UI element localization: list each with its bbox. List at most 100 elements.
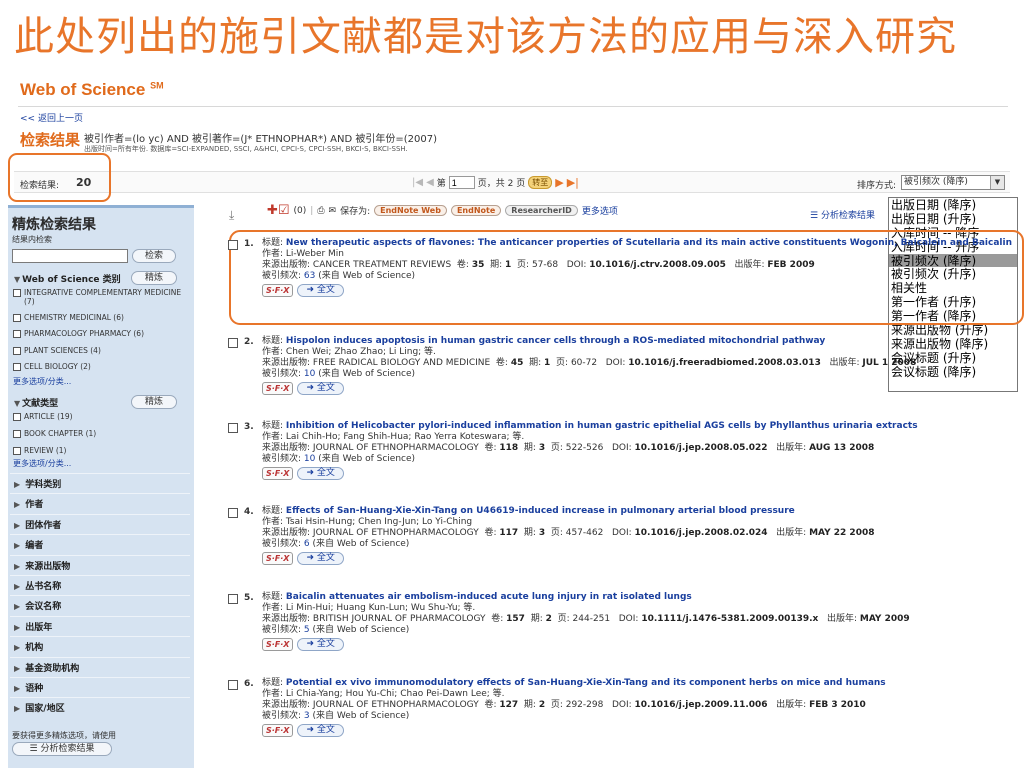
refine-title: 精炼检索结果 bbox=[12, 217, 96, 233]
chevron-down-icon[interactable]: ▼ bbox=[990, 176, 1004, 189]
next-page-icon[interactable]: ▶ bbox=[555, 176, 563, 189]
sfx-button[interactable]: S·F·X bbox=[262, 552, 294, 565]
sort-option[interactable]: 出版日期 (降序) bbox=[889, 198, 1017, 212]
checkbox[interactable] bbox=[13, 413, 21, 421]
sfx-button[interactable]: S·F·X bbox=[262, 382, 294, 395]
sort-select[interactable]: 被引频次 (降序) ▼ bbox=[901, 175, 1005, 190]
divider bbox=[10, 513, 190, 515]
prev-page-icon[interactable]: ◀ bbox=[426, 177, 434, 188]
chevron-right-icon: ▶ bbox=[14, 602, 21, 612]
full-text-button[interactable]: ➜ 全文 bbox=[297, 382, 344, 395]
full-text-button[interactable]: ➜ 全文 bbox=[297, 552, 344, 565]
last-page-icon[interactable]: ▶| bbox=[567, 176, 579, 189]
facet-heading[interactable]: ▶ 机构 bbox=[14, 640, 43, 653]
times-cited-link[interactable]: 5 bbox=[304, 625, 310, 635]
facet-heading[interactable]: ▶ 编者 bbox=[14, 538, 43, 551]
first-page-icon[interactable]: |◀ bbox=[412, 177, 423, 188]
more-doctypes-link[interactable]: 更多选项/分类... bbox=[13, 458, 71, 469]
analyze-results-link[interactable]: ☰ 分析检索结果 bbox=[810, 208, 875, 221]
print-icon[interactable]: ⎙ bbox=[317, 206, 324, 216]
wos-category-heading[interactable]: ▼ Web of Science 类别 bbox=[14, 272, 121, 285]
refine-checkbox-item[interactable]: BOOK CHAPTER (1) bbox=[13, 429, 189, 438]
record-checkbox[interactable] bbox=[228, 338, 238, 348]
refine-checkbox-item[interactable]: CELL BIOLOGY (2) bbox=[13, 362, 189, 371]
sort-option[interactable]: 来源出版物 (升序) bbox=[889, 323, 1017, 337]
checkbox[interactable] bbox=[13, 363, 21, 371]
wos-logo[interactable]: Web of Science SM bbox=[20, 80, 164, 100]
times-cited-link[interactable]: 63 bbox=[304, 271, 315, 281]
refine-search-input[interactable] bbox=[12, 249, 128, 263]
refine-doctype-button[interactable]: 精炼 bbox=[131, 395, 177, 409]
endnote-button[interactable]: EndNote bbox=[450, 205, 502, 216]
record-checkbox[interactable] bbox=[228, 680, 238, 690]
chevron-right-icon: ▶ bbox=[14, 643, 21, 653]
times-cited-link[interactable]: 10 bbox=[304, 454, 315, 464]
full-text-button[interactable]: ➜ 全文 bbox=[297, 467, 344, 480]
facet-heading[interactable]: ▶ 会议名称 bbox=[14, 599, 61, 612]
refine-checkbox-item[interactable]: PHARMACOLOGY PHARMACY (6) bbox=[13, 329, 189, 338]
email-icon[interactable]: ✉ bbox=[329, 206, 337, 216]
record-title-link[interactable]: Effects of San-Huang-Xie-Xin-Tang on U46… bbox=[286, 506, 795, 516]
analyze-results-button[interactable]: ☰ 分析检索结果 bbox=[12, 742, 112, 756]
record-number: 4. bbox=[244, 507, 254, 517]
full-text-button[interactable]: ➜ 全文 bbox=[297, 638, 344, 651]
checkbox[interactable] bbox=[13, 314, 21, 322]
times-cited-link[interactable]: 3 bbox=[304, 711, 310, 721]
sort-option[interactable]: 出版日期 (升序) bbox=[889, 212, 1017, 226]
go-button[interactable]: 转至 bbox=[528, 176, 553, 189]
times-cited-link[interactable]: 6 bbox=[304, 539, 310, 549]
back-link[interactable]: << 返回上一页 bbox=[20, 111, 83, 124]
checkbox-label: REVIEW (1) bbox=[24, 446, 67, 455]
facet-heading[interactable]: ▶ 丛书名称 bbox=[14, 579, 61, 592]
facet-heading[interactable]: ▶ 国家/地区 bbox=[14, 701, 65, 714]
refine-checkbox-item[interactable]: PLANT SCIENCES (4) bbox=[13, 346, 189, 355]
facet-heading[interactable]: ▶ 来源出版物 bbox=[14, 559, 70, 572]
divider bbox=[10, 656, 190, 658]
checkbox[interactable] bbox=[13, 289, 21, 297]
facet-heading[interactable]: ▶ 团体作者 bbox=[14, 518, 61, 531]
more-categories-link[interactable]: 更多选项/分类... bbox=[13, 376, 71, 387]
facet-heading[interactable]: ▶ 学科类别 bbox=[14, 477, 61, 490]
facet-heading[interactable]: ▶ 基金资助机构 bbox=[14, 661, 79, 674]
facet-heading[interactable]: ▶ 作者 bbox=[14, 497, 43, 510]
checkbox[interactable] bbox=[13, 347, 21, 355]
refine-category-button[interactable]: 精炼 bbox=[131, 271, 177, 285]
refine-checkbox-item[interactable]: INTEGRATIVE COMPLEMENTARY MEDICINE (7) bbox=[13, 288, 189, 306]
record-checkbox[interactable] bbox=[228, 240, 238, 250]
checkbox-label: BOOK CHAPTER (1) bbox=[24, 429, 97, 438]
divider bbox=[10, 615, 190, 617]
page-input[interactable] bbox=[448, 176, 475, 189]
checkbox[interactable] bbox=[13, 430, 21, 438]
record-checkbox[interactable] bbox=[228, 508, 238, 518]
record-title-link[interactable]: New therapeutic aspects of flavones: The… bbox=[286, 238, 1012, 248]
record-checkbox[interactable] bbox=[228, 594, 238, 604]
refine-checkbox-item[interactable]: ARTICLE (19) bbox=[13, 412, 189, 421]
sfx-button[interactable]: S·F·X bbox=[262, 638, 294, 651]
full-text-button[interactable]: ➜ 全文 bbox=[297, 724, 344, 737]
record-title-link[interactable]: Hispolon induces apoptosis in human gast… bbox=[286, 336, 825, 346]
sfx-button[interactable]: S·F·X bbox=[262, 724, 294, 737]
sfx-button[interactable]: S·F·X bbox=[262, 284, 294, 297]
record-title-link[interactable]: Potential ex vivo immunomodulatory effec… bbox=[286, 678, 886, 688]
checkbox[interactable] bbox=[13, 447, 21, 455]
chevron-right-icon: ▶ bbox=[14, 480, 21, 489]
more-options-link[interactable]: 更多选项 bbox=[582, 204, 618, 217]
researcherid-button[interactable]: ResearcherID bbox=[505, 205, 578, 216]
endnote-web-button[interactable]: EndNote Web bbox=[374, 205, 447, 216]
chevron-right-icon: ▶ bbox=[14, 663, 21, 673]
facet-heading[interactable]: ▶ 出版年 bbox=[14, 620, 52, 633]
doc-type-heading[interactable]: ▼ 文献类型 bbox=[14, 396, 58, 409]
record-number: 6. bbox=[244, 679, 254, 689]
record-title-link[interactable]: Inhibition of Helicobacter pylori-induce… bbox=[286, 421, 918, 431]
sfx-button[interactable]: S·F·X bbox=[262, 467, 294, 480]
record-checkbox[interactable] bbox=[228, 423, 238, 433]
refine-checkbox-item[interactable]: CHEMISTRY MEDICINAL (6) bbox=[13, 313, 189, 322]
times-cited-link[interactable]: 10 bbox=[304, 369, 315, 379]
refine-checkbox-item[interactable]: REVIEW (1) bbox=[13, 446, 189, 455]
facet-heading[interactable]: ▶ 语种 bbox=[14, 681, 43, 694]
checkbox[interactable] bbox=[13, 330, 21, 338]
refine-search-button[interactable]: 检索 bbox=[132, 249, 176, 263]
full-text-button[interactable]: ➜ 全文 bbox=[297, 284, 344, 297]
record-title-link[interactable]: Baicalin attenuates air embolism-induced… bbox=[286, 592, 692, 602]
marked-list-icon[interactable]: ✚☑ bbox=[267, 203, 290, 218]
